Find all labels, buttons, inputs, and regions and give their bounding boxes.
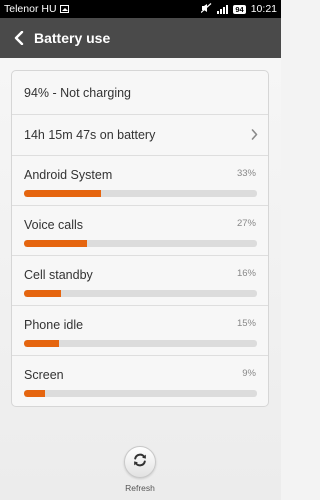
refresh-label: Refresh <box>125 483 155 493</box>
refresh-icon <box>132 452 148 473</box>
usage-bar-fill <box>24 340 59 347</box>
battery-status-text: 94% - Not charging <box>24 85 132 100</box>
battery-status-row: 94% - Not charging <box>12 71 268 115</box>
carrier-name: Telenor HU <box>4 3 57 15</box>
battery-level-badge: 94 <box>233 4 246 14</box>
usage-bar-track <box>24 340 257 347</box>
status-bar: Telenor HU 94 10:21 <box>0 0 281 18</box>
usage-bar-track <box>24 390 257 397</box>
usage-item-percent: 27% <box>236 218 256 229</box>
usage-item-name: Cell standby <box>24 268 93 282</box>
usage-item-percent: 16% <box>236 268 256 279</box>
usage-item-percent: 15% <box>236 318 256 329</box>
usage-item-name: Voice calls <box>24 218 84 232</box>
chevron-right-icon <box>251 129 258 143</box>
usage-item-name: Phone idle <box>24 318 84 332</box>
usage-item-percent: 9% <box>242 368 256 379</box>
usage-item-percent: 33% <box>236 168 256 179</box>
chevron-left-icon[interactable] <box>9 28 29 48</box>
app-header: Battery use <box>0 18 281 58</box>
battery-usage-card: 94% - Not charging 14h 15m 47s on batter… <box>11 70 269 407</box>
signal-icon <box>217 4 229 14</box>
mute-icon <box>200 2 212 16</box>
usage-item-name: Android System <box>24 168 113 182</box>
usage-bar-fill <box>24 290 62 297</box>
time-on-battery-text: 14h 15m 47s on battery <box>24 128 156 142</box>
usage-bar-track <box>24 190 257 197</box>
usage-item-cell-standby[interactable]: Cell standby 16% <box>12 256 268 306</box>
image-notification-icon <box>59 5 69 13</box>
clock: 10:21 <box>250 3 277 15</box>
usage-item-phone-idle[interactable]: Phone idle 15% <box>12 306 268 356</box>
usage-item-voice-calls[interactable]: Voice calls 27% <box>12 206 268 256</box>
usage-bar-fill <box>24 390 45 397</box>
usage-bar-fill <box>24 190 101 197</box>
usage-bar-track <box>24 240 257 247</box>
page-title: Battery use <box>34 30 111 46</box>
usage-item-android-system[interactable]: Android System 33% <box>12 156 268 206</box>
battery-history-row[interactable]: 14h 15m 47s on battery <box>12 115 268 156</box>
usage-bar-track <box>24 290 257 297</box>
refresh-button[interactable] <box>124 446 156 478</box>
usage-item-screen[interactable]: Screen 9% <box>12 356 268 406</box>
usage-item-name: Screen <box>24 368 64 382</box>
usage-bar-fill <box>24 240 87 247</box>
